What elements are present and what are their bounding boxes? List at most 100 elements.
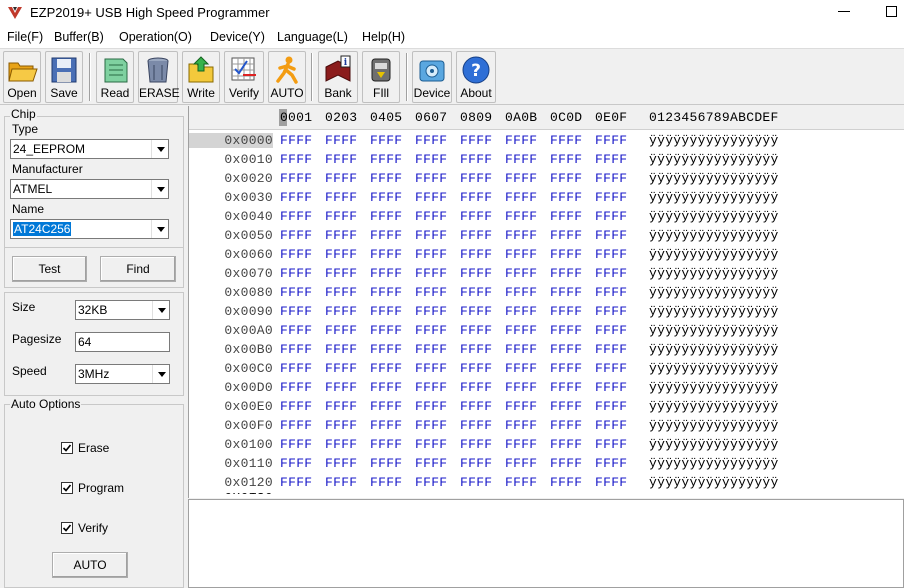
hex-cell[interactable]: FFFF: [325, 342, 357, 357]
hex-cell[interactable]: FFFF: [325, 152, 357, 167]
hex-cell[interactable]: FFFF: [415, 418, 447, 433]
hex-cell[interactable]: FFFF: [595, 266, 627, 281]
hex-cell[interactable]: FFFF: [505, 171, 537, 186]
menu-device[interactable]: Device(Y): [210, 30, 265, 44]
hex-cell[interactable]: FFFF: [460, 399, 492, 414]
hex-cell[interactable]: FFFF: [325, 133, 357, 148]
hex-cell[interactable]: FFFF: [280, 209, 312, 224]
hex-cell[interactable]: FFFF: [460, 133, 492, 148]
hex-cell[interactable]: FFFF: [505, 247, 537, 262]
hex-cell[interactable]: FFFF: [505, 361, 537, 376]
ascii-cell[interactable]: ÿÿÿÿÿÿÿÿÿÿÿÿÿÿÿÿ: [649, 247, 779, 262]
hex-cell[interactable]: FFFF: [460, 228, 492, 243]
chevron-down-icon[interactable]: [151, 220, 168, 238]
hex-cell[interactable]: FFFF: [280, 285, 312, 300]
hex-cell[interactable]: FFFF: [595, 456, 627, 471]
ascii-cell[interactable]: ÿÿÿÿÿÿÿÿÿÿÿÿÿÿÿÿ: [649, 266, 779, 281]
test-button[interactable]: Test: [12, 256, 87, 282]
hex-cell[interactable]: FFFF: [415, 171, 447, 186]
menu-buffer[interactable]: Buffer(B): [54, 30, 104, 44]
device-button[interactable]: Device: [412, 51, 452, 103]
hex-row[interactable]: 0x0020 FFFF FFFF FFFF FFFF FFFF FFFF FFFF FFFF ÿÿ…: [189, 169, 904, 188]
hex-cell[interactable]: FFFF: [460, 304, 492, 319]
minimize-button[interactable]: [838, 11, 850, 12]
hex-cell[interactable]: FFFF: [505, 437, 537, 452]
hex-cell[interactable]: FFFF: [370, 133, 402, 148]
hex-cell[interactable]: FFFF: [280, 456, 312, 471]
hex-cell[interactable]: FFFF: [325, 418, 357, 433]
ascii-cell[interactable]: ÿÿÿÿÿÿÿÿÿÿÿÿÿÿÿÿ: [649, 361, 779, 376]
hex-cell[interactable]: FFFF: [505, 475, 537, 490]
ascii-cell[interactable]: ÿÿÿÿÿÿÿÿÿÿÿÿÿÿÿÿ: [649, 285, 779, 300]
hex-cell[interactable]: FFFF: [595, 437, 627, 452]
ascii-cell[interactable]: ÿÿÿÿÿÿÿÿÿÿÿÿÿÿÿÿ: [649, 418, 779, 433]
size-select[interactable]: 32KB: [75, 300, 170, 320]
hex-cell[interactable]: FFFF: [280, 228, 312, 243]
ascii-cell[interactable]: ÿÿÿÿÿÿÿÿÿÿÿÿÿÿÿÿ: [649, 380, 779, 395]
hex-cell[interactable]: FFFF: [550, 285, 582, 300]
hex-cell[interactable]: FFFF: [325, 456, 357, 471]
hex-cell[interactable]: FFFF: [505, 399, 537, 414]
hex-cell[interactable]: FFFF: [460, 247, 492, 262]
menu-file[interactable]: File(F): [7, 30, 43, 44]
hex-row[interactable]: 0x00C0 FFFF FFFF FFFF FFFF FFFF FFFF FFFF FFFF ÿÿ…: [189, 359, 904, 378]
hex-cell[interactable]: FFFF: [415, 342, 447, 357]
hex-cell[interactable]: FFFF: [460, 171, 492, 186]
hex-cell[interactable]: FFFF: [550, 361, 582, 376]
about-button[interactable]: ? About: [456, 51, 496, 103]
erase-checkbox[interactable]: [61, 442, 73, 454]
hex-row[interactable]: 0x0120 FFFF FFFF FFFF FFFF FFFF FFFF FFFF FFFF ÿÿ…: [189, 473, 904, 492]
menu-language[interactable]: Language(L): [277, 30, 348, 44]
hex-cell[interactable]: FFFF: [370, 323, 402, 338]
hex-cell[interactable]: FFFF: [325, 209, 357, 224]
hex-cell[interactable]: FFFF: [460, 190, 492, 205]
hex-cell[interactable]: FFFF: [550, 437, 582, 452]
ascii-cell[interactable]: ÿÿÿÿÿÿÿÿÿÿÿÿÿÿÿÿ: [649, 399, 779, 414]
hex-row[interactable]: 0x00B0 FFFF FFFF FFFF FFFF FFFF FFFF FFFF FFFF ÿÿ…: [189, 340, 904, 359]
ascii-cell[interactable]: ÿÿÿÿÿÿÿÿÿÿÿÿÿÿÿÿ: [649, 171, 779, 186]
bank-button[interactable]: i Bank: [318, 51, 358, 103]
verify-button[interactable]: Verify: [224, 51, 264, 103]
name-select[interactable]: AT24C256: [10, 219, 169, 239]
save-button[interactable]: Save: [45, 51, 83, 103]
hex-cell[interactable]: FFFF: [460, 266, 492, 281]
hex-cell[interactable]: FFFF: [280, 399, 312, 414]
hex-cell[interactable]: FFFF: [595, 133, 627, 148]
verify-checkbox[interactable]: [61, 522, 73, 534]
hex-cell[interactable]: FFFF: [325, 323, 357, 338]
log-output[interactable]: [188, 499, 904, 588]
hex-cell[interactable]: FFFF: [595, 399, 627, 414]
hex-cell[interactable]: FFFF: [415, 361, 447, 376]
hex-cell[interactable]: FFFF: [505, 266, 537, 281]
hex-row[interactable]: 0x0000 FFFF FFFF FFFF FFFF FFFF FFFF FFFF FFFF ÿÿ…: [189, 131, 904, 150]
ascii-cell[interactable]: ÿÿÿÿÿÿÿÿÿÿÿÿÿÿÿÿ: [649, 342, 779, 357]
hex-cell[interactable]: FFFF: [280, 361, 312, 376]
hex-cell[interactable]: FFFF: [415, 209, 447, 224]
hex-cell[interactable]: FFFF: [415, 304, 447, 319]
hex-cell[interactable]: FFFF: [595, 228, 627, 243]
program-checkbox-label[interactable]: Program: [78, 481, 124, 495]
hex-row[interactable]: 0x00A0 FFFF FFFF FFFF FFFF FFFF FFFF FFFF FFFF ÿÿ…: [189, 321, 904, 340]
erase-checkbox-label[interactable]: Erase: [78, 441, 109, 455]
verify-checkbox-label[interactable]: Verify: [78, 521, 108, 535]
menu-help[interactable]: Help(H): [362, 30, 405, 44]
hex-cell[interactable]: FFFF: [325, 171, 357, 186]
hex-cell[interactable]: FFFF: [415, 380, 447, 395]
hex-cell[interactable]: FFFF: [595, 304, 627, 319]
hex-cell[interactable]: FFFF: [370, 399, 402, 414]
hex-cell[interactable]: FFFF: [370, 418, 402, 433]
hex-cell[interactable]: FFFF: [460, 323, 492, 338]
hex-row[interactable]: 0x0030 FFFF FFFF FFFF FFFF FFFF FFFF FFFF FFFF ÿÿ…: [189, 188, 904, 207]
ascii-cell[interactable]: ÿÿÿÿÿÿÿÿÿÿÿÿÿÿÿÿ: [649, 475, 779, 490]
hex-cell[interactable]: FFFF: [415, 285, 447, 300]
hex-cell[interactable]: FFFF: [325, 361, 357, 376]
hex-cell[interactable]: FFFF: [595, 475, 627, 490]
chevron-down-icon[interactable]: [152, 301, 169, 319]
hex-cell[interactable]: FFFF: [370, 342, 402, 357]
speed-select[interactable]: 3MHz: [75, 364, 170, 384]
hex-cell[interactable]: FFFF: [595, 342, 627, 357]
program-checkbox[interactable]: [61, 482, 73, 494]
hex-cell[interactable]: FFFF: [325, 247, 357, 262]
hex-cell[interactable]: FFFF: [505, 456, 537, 471]
hex-cell[interactable]: FFFF: [415, 152, 447, 167]
